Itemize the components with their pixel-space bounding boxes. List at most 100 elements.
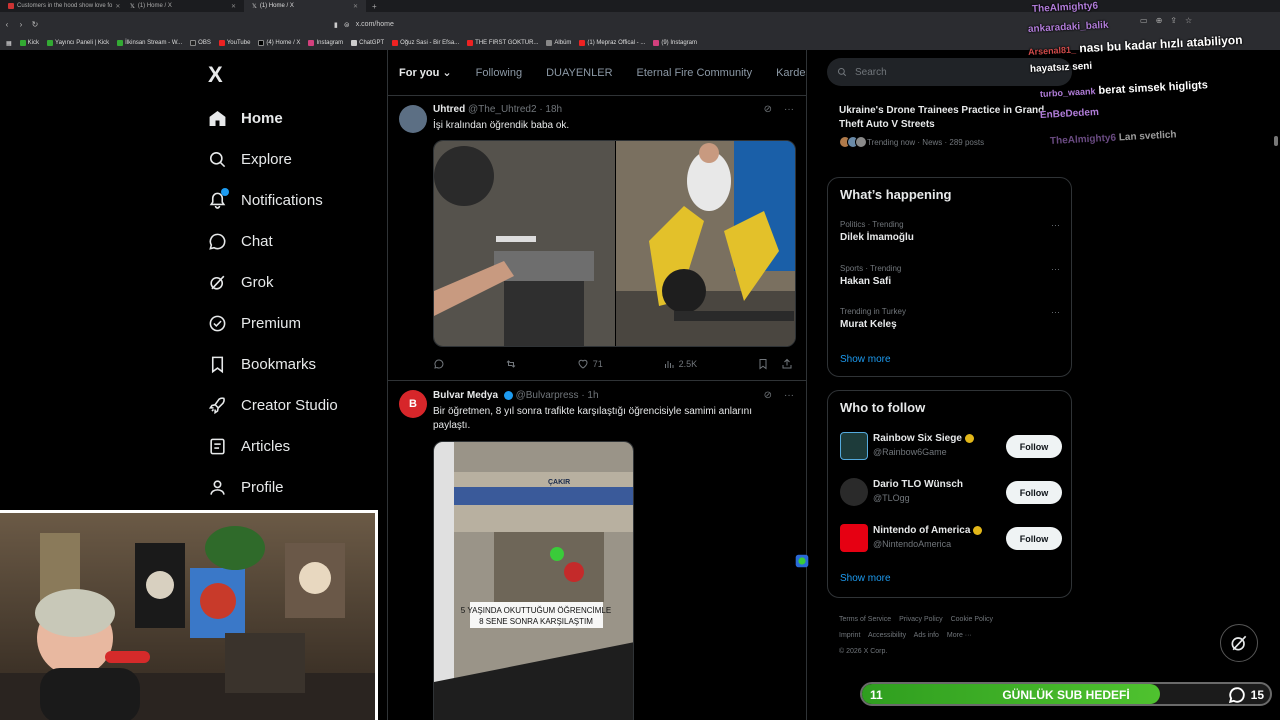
tab-duayenler[interactable]: DUAYENLER bbox=[546, 67, 612, 79]
bookmark[interactable]: Instagram bbox=[308, 40, 343, 46]
bookmark[interactable]: Oğuz Sasi - Bir Efsa... bbox=[392, 40, 459, 46]
grok-floating-button[interactable] bbox=[1220, 624, 1258, 662]
nav-bookmarks[interactable]: Bookmarks bbox=[207, 344, 377, 385]
tab-eternal-fire[interactable]: Eternal Fire Community bbox=[637, 67, 753, 79]
bookmark[interactable]: OBS bbox=[190, 40, 211, 46]
more-icon[interactable]: ··· bbox=[1051, 220, 1060, 230]
follow-button[interactable]: Follow bbox=[1006, 435, 1062, 458]
trend-item[interactable]: Trending in Turkey Murat Keleş ··· bbox=[840, 307, 1060, 330]
footer-link[interactable]: Cookie Policy bbox=[951, 616, 993, 623]
views-button[interactable]: 2.5K bbox=[663, 358, 697, 370]
bookmark[interactable]: İlkinsan Stream - W... bbox=[117, 40, 182, 46]
webcam-overlay bbox=[0, 510, 378, 720]
bookmark[interactable]: Kick bbox=[19, 40, 39, 46]
tweet[interactable]: B Bulvar Medya @Bulvarpress · 1h ⊘ ··· B… bbox=[388, 381, 806, 720]
forward-icon[interactable]: › bbox=[14, 20, 28, 29]
back-icon[interactable]: ‹ bbox=[0, 20, 14, 29]
bookmark[interactable]: Albüm bbox=[546, 40, 571, 46]
follow-suggestion[interactable]: Nintendo of America @NintendoAmerica Fol… bbox=[840, 524, 1062, 554]
bookmark[interactable]: THE FIRST GOKTUR... bbox=[467, 40, 538, 46]
avatar[interactable] bbox=[399, 105, 427, 133]
nav-premium[interactable]: Premium bbox=[207, 303, 377, 344]
follow-suggestion[interactable]: Dario TLO Wünsch @TLOgg Follow bbox=[840, 478, 1062, 508]
author-name[interactable]: Bulvar Medya bbox=[433, 390, 498, 401]
footer-link[interactable]: Privacy Policy bbox=[899, 616, 943, 623]
nav-articles[interactable]: Articles bbox=[207, 426, 377, 467]
nav-grok[interactable]: Grok bbox=[207, 262, 377, 303]
close-icon[interactable]: ✕ bbox=[115, 3, 120, 10]
browser-tab[interactable]: Customers in the hood show love fo ✕ bbox=[0, 0, 122, 12]
bookmark[interactable]: (1) Mepraz Offical - ... bbox=[579, 40, 645, 46]
tab-for-you[interactable]: For you ⌄ bbox=[399, 66, 452, 79]
reply-button[interactable] bbox=[433, 358, 445, 370]
nav-home[interactable]: Home bbox=[207, 98, 377, 139]
tab-kardesle[interactable]: Kardeşle bbox=[776, 67, 806, 79]
trend-item[interactable]: Sports · Trending Hakan Safi ··· bbox=[840, 264, 1060, 287]
footer-link[interactable]: More ··· bbox=[947, 632, 972, 639]
bookmark[interactable]: (4) Home / X bbox=[258, 40, 300, 46]
follow-button[interactable]: Follow bbox=[1006, 527, 1062, 550]
tweet-header: Uhtred @The_Uhtred2 · 18h bbox=[433, 104, 562, 115]
url-field[interactable]: ▮ ⊜ x.com/home bbox=[334, 18, 874, 31]
browser-tab-active[interactable]: 𝕏 (1) Home / X ✕ bbox=[244, 0, 366, 12]
tab-following[interactable]: Following bbox=[476, 67, 522, 79]
show-more-link[interactable]: Show more bbox=[840, 354, 891, 365]
more-icon[interactable]: ··· bbox=[1051, 307, 1060, 317]
nav-creator-studio[interactable]: Creator Studio bbox=[207, 385, 377, 426]
show-more-link[interactable]: Show more bbox=[840, 573, 891, 584]
footer-link[interactable]: Ads info bbox=[914, 632, 939, 639]
tweet-media[interactable] bbox=[433, 140, 796, 347]
avatar[interactable] bbox=[840, 524, 868, 552]
account-handle: @NintendoAmerica bbox=[873, 539, 952, 549]
trend-name: Hakan Safi bbox=[840, 276, 892, 287]
tweet[interactable]: Uhtred @The_Uhtred2 · 18h ⊘ ··· İşi kral… bbox=[388, 96, 806, 381]
more-icon[interactable]: ··· bbox=[784, 104, 794, 115]
follow-suggestion[interactable]: Rainbow Six Siege @Rainbow6Game Follow bbox=[840, 432, 1062, 462]
screen: Customers in the hood show love fo ✕ 𝕏 (1)… bbox=[0, 0, 1280, 720]
author-name[interactable]: Uhtred bbox=[433, 104, 465, 115]
new-tab-icon[interactable]: + bbox=[366, 2, 383, 11]
search-placeholder: Search bbox=[855, 66, 887, 78]
apps-icon[interactable]: ▦ bbox=[6, 40, 12, 47]
like-button[interactable]: 71 bbox=[577, 358, 603, 370]
close-icon[interactable]: ✕ bbox=[353, 3, 358, 10]
author-handle[interactable]: @The_Uhtred2 · 18h bbox=[468, 104, 562, 115]
footer-link[interactable]: Accessibility bbox=[868, 632, 906, 639]
grok-icon[interactable]: ⊘ bbox=[764, 390, 772, 401]
bookmark[interactable]: YouTube bbox=[218, 40, 250, 46]
footer-link[interactable]: Imprint bbox=[839, 632, 860, 639]
search-icon bbox=[837, 67, 847, 77]
bookmark[interactable]: ChatGPT bbox=[351, 40, 384, 46]
grok-icon[interactable]: ⊘ bbox=[764, 104, 772, 115]
share-icon[interactable] bbox=[781, 358, 793, 370]
chat-message: TheAlmighty6 Lan svetlich bbox=[1050, 129, 1177, 147]
reload-icon[interactable]: ↻ bbox=[28, 20, 42, 29]
follow-button[interactable]: Follow bbox=[1006, 481, 1062, 504]
nav-notifications[interactable]: Notifications bbox=[207, 180, 377, 221]
tweet-media[interactable]: 5 YAŞINDA OKUTTUĞUM ÖĞRENCİMLE 8 SENE SO… bbox=[433, 441, 634, 720]
nav-profile[interactable]: Profile bbox=[207, 467, 377, 508]
avatar[interactable] bbox=[840, 478, 868, 506]
site-info-icon[interactable]: ⊜ bbox=[344, 21, 350, 29]
x-logo[interactable]: X bbox=[208, 62, 223, 88]
bookmark[interactable]: (9) Instagram bbox=[653, 40, 697, 46]
repost-button[interactable] bbox=[505, 358, 517, 370]
nav-chat[interactable]: Chat bbox=[207, 221, 377, 262]
footer-link[interactable]: Terms of Service bbox=[839, 616, 891, 623]
bookmark[interactable]: Yayıncı Paneli | Kick bbox=[47, 40, 109, 46]
nav-explore[interactable]: Explore bbox=[207, 139, 377, 180]
bookmark-star-icon[interactable]: ▮ bbox=[334, 21, 338, 29]
browser-tab[interactable]: 𝕏 (1) Home / X ✕ bbox=[122, 0, 244, 12]
more-icon[interactable]: ··· bbox=[1051, 264, 1060, 274]
avatar[interactable] bbox=[840, 432, 868, 460]
avatar[interactable]: B bbox=[399, 390, 427, 418]
author-handle[interactable]: @Bulvarpress · 1h bbox=[516, 390, 599, 401]
account-name: Rainbow Six Siege bbox=[873, 433, 962, 444]
bookmark-icon[interactable] bbox=[757, 358, 769, 370]
verified-badge-icon bbox=[964, 433, 974, 443]
tweet-tools: ⊘ ··· bbox=[764, 390, 794, 401]
home-icon bbox=[207, 109, 227, 129]
close-icon[interactable]: ✕ bbox=[231, 3, 236, 10]
trend-item[interactable]: Politics · Trending Dilek İmamoğlu ··· bbox=[840, 220, 1060, 243]
more-icon[interactable]: ··· bbox=[784, 390, 794, 401]
